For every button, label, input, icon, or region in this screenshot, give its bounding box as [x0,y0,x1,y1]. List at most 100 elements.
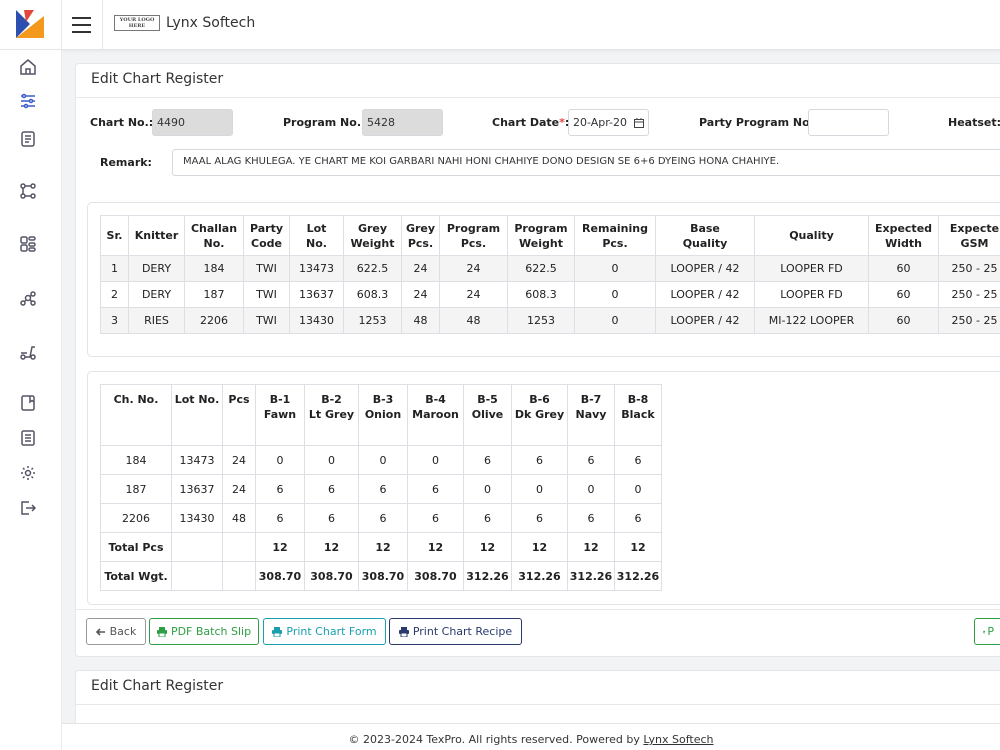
total-cell: 308.70 [304,561,359,591]
table-row[interactable]: 2206 13430 48 6 6 6 6 6 6 6 6 [100,503,662,533]
program-no-input[interactable]: 5428 [362,109,443,136]
table-cell: LOOPER FD [754,255,869,282]
app-logo-icon [16,10,44,38]
table-cell: 0 [567,474,615,504]
footer-link[interactable]: Lynx Softech [643,733,713,746]
table-cell: 3 [100,307,129,334]
table-cell: 6 [511,503,568,533]
gear-icon[interactable] [19,464,37,482]
column-header: B-8 Black [614,384,662,446]
scooter-icon[interactable] [19,343,37,361]
arrow-left-icon [95,627,105,636]
sliders-icon[interactable] [19,92,37,110]
table-row[interactable]: 184 13473 24 0 0 0 0 6 6 6 6 [100,445,662,475]
logout-icon[interactable] [19,499,37,517]
table-cell: 24 [222,474,256,504]
table-cell: 24 [222,445,256,475]
printer-icon [983,630,986,633]
table-cell: 0 [574,281,656,308]
table-cell: 6 [463,445,512,475]
remark-label: Remark: [100,156,152,169]
print-extra-button[interactable]: P [974,618,1000,645]
table-row[interactable]: 187 13637 24 6 6 6 6 0 0 0 0 [100,474,662,504]
column-header: Base Quality [655,215,755,256]
column-header: Lot No. [171,384,223,446]
company-logo-placeholder: YOUR LOGO HERE [114,15,160,31]
table-cell: 250 - 25 [938,307,1000,334]
table-cell: 13473 [289,255,344,282]
table-cell: 0 [614,474,662,504]
calendar-icon[interactable] [634,118,644,128]
table-cell: 608.3 [507,281,575,308]
table-cell: 0 [407,445,464,475]
total-cell: 312.26 [567,561,615,591]
column-header: Ch. No. [100,384,172,446]
printer-icon [398,626,409,637]
remark-input[interactable]: MAAL ALAG KHULEGA. YE CHART ME KOI GARBA… [172,149,1000,176]
table-row[interactable]: 1 DERY 184 TWI 13473 622.5 24 24 622.5 0 LOOPER / … [100,255,1000,282]
total-cell: 12 [407,532,464,562]
column-header: Sr. [100,215,129,256]
table-cell: LOOPER / 42 [655,281,755,308]
print-chart-form-button[interactable]: Print Chart Form [263,618,386,645]
table-cell: 60 [868,307,939,334]
table-cell: 6 [255,503,305,533]
column-header: B-1 Fawn [255,384,305,446]
table-cell: 48 [401,307,440,334]
table-cell: 13637 [289,281,344,308]
total-cell: 12 [614,532,662,562]
table-cell: 24 [439,281,508,308]
chart-date-input[interactable]: 20-Apr-20 [568,109,649,136]
table-cell: 48 [439,307,508,334]
table-cell: 6 [358,503,408,533]
brand: YOUR LOGO HERE Lynx Softech [114,15,255,31]
column-header: Grey Pcs. [401,215,440,256]
app-logo[interactable] [0,0,62,50]
table-cell: 608.3 [343,281,402,308]
table-cell: 1253 [507,307,575,334]
nodes-icon[interactable] [19,182,37,200]
column-header: Program Weight [507,215,575,256]
chart-no-input[interactable]: 4490 [152,109,233,136]
sidebar [0,50,62,750]
batch-table-panel: Ch. No. Lot No. Pcs B-1 Fawn B-2 Lt Grey B-3 Oni… [87,371,1000,605]
back-button[interactable]: Back [86,618,146,645]
printer-icon [156,626,167,637]
home-icon[interactable] [19,58,37,76]
print-chart-recipe-button[interactable]: Print Chart Recipe [389,618,522,645]
table-cell: RIES [128,307,185,334]
table-cell [171,532,223,562]
total-cell: 312.26 [463,561,512,591]
table-cell: 6 [511,445,568,475]
column-header: Grey Weight [343,215,402,256]
column-header: B-5 Olive [463,384,512,446]
table-cell: 6 [567,445,615,475]
column-header: Pcs [222,384,256,446]
table-cell: 24 [401,255,440,282]
network-icon[interactable] [19,290,37,308]
table-row[interactable]: 2 DERY 187 TWI 13637 608.3 24 24 608.3 0 LOOPER / … [100,281,1000,308]
table-cell [222,561,256,591]
clipboard-icon[interactable] [19,129,37,147]
document-icon[interactable] [19,429,37,447]
table-row[interactable]: 3 RIES 2206 TWI 13430 1253 48 48 1253 0 LOOPER / 4… [100,307,1000,334]
menu-toggle-button[interactable] [62,0,103,50]
table-cell: 6 [463,503,512,533]
column-header: Expecte GSM [938,215,1000,256]
table-cell: DERY [128,281,185,308]
table-cell: 13473 [171,445,223,475]
total-row: Total Wgt. 308.70 308.70 308.70 308.70 312.26… [100,561,662,591]
pdf-batch-slip-button[interactable]: PDF Batch Slip [149,618,259,645]
table-cell: 0 [463,474,512,504]
table-cell: 187 [184,281,244,308]
party-program-input[interactable] [808,109,889,136]
party-program-label: Party Program No: [699,116,815,129]
table-cell: 2206 [100,503,172,533]
table-cell: 622.5 [507,255,575,282]
book-icon[interactable] [19,394,37,412]
table-cell: 0 [304,445,359,475]
table-cell: LOOPER / 42 [655,307,755,334]
grid-icon[interactable] [19,235,37,253]
table-cell: 24 [401,281,440,308]
chart-date-label: Chart Date*: [492,116,569,129]
